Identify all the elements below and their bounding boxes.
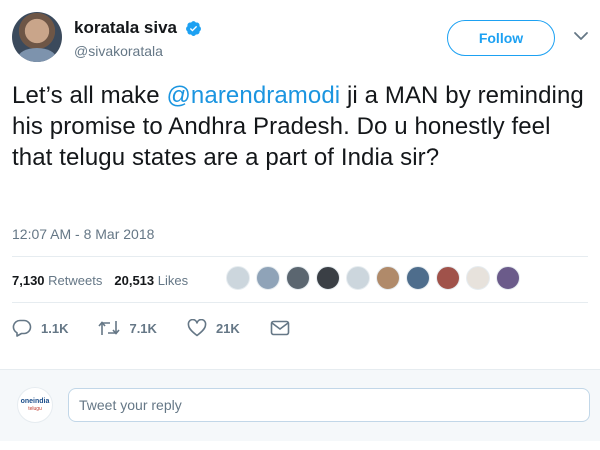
avatar-brand-top: oneindia <box>20 398 50 405</box>
user-avatar[interactable] <box>12 12 62 62</box>
liker-avatar[interactable] <box>286 266 310 290</box>
direct-message-button[interactable] <box>270 320 299 336</box>
likes-stat[interactable]: 20,513 Likes <box>114 273 188 288</box>
reply-composer: oneindia telugu Tweet your reply <box>0 369 600 441</box>
liker-avatar[interactable] <box>376 266 400 290</box>
engagement-stats: 7,130 Retweets 20,513 Likes <box>12 263 200 297</box>
liker-avatar[interactable] <box>466 266 490 290</box>
reply-icon <box>12 319 32 337</box>
user-name-block: koratala siva @sivakoratala <box>74 18 202 59</box>
retweets-label: Retweets <box>48 272 103 288</box>
liker-avatar[interactable] <box>226 266 250 290</box>
display-name[interactable]: koratala siva <box>74 18 177 38</box>
user-handle[interactable]: @sivakoratala <box>74 43 202 59</box>
heart-icon <box>187 319 207 337</box>
liker-avatar[interactable] <box>406 266 430 290</box>
like-count: 21K <box>215 320 240 336</box>
like-button[interactable]: 21K <box>187 319 240 337</box>
avatar-brand-bottom: telugu <box>28 406 42 412</box>
verified-badge-icon <box>186 20 202 36</box>
likes-count: 20,513 <box>114 272 155 288</box>
mention-link[interactable]: @narendramodi <box>166 82 340 109</box>
liker-avatar[interactable] <box>436 266 460 290</box>
liker-avatar[interactable] <box>346 266 370 290</box>
retweets-stat[interactable]: 7,130 Retweets <box>12 273 102 288</box>
retweet-icon <box>98 321 121 335</box>
avatar-shoulders <box>18 48 56 62</box>
tweet-header: koratala siva @sivakoratala Follow <box>12 12 588 68</box>
reply-button[interactable]: 1.1K <box>12 319 68 337</box>
likes-label: Likes <box>157 272 189 288</box>
retweets-count: 7,130 <box>12 272 45 288</box>
divider-top <box>12 256 588 257</box>
liker-avatar[interactable] <box>496 266 520 290</box>
tweet-text-part1: Let’s all make <box>12 82 167 109</box>
liker-avatar[interactable] <box>256 266 280 290</box>
reply-user-avatar[interactable]: oneindia telugu <box>17 387 53 423</box>
liker-avatars <box>226 266 526 290</box>
tweet-actions: 1.1K 7.1K 21K <box>12 316 329 340</box>
reply-input[interactable]: Tweet your reply <box>68 388 590 422</box>
tweet-timestamp[interactable]: 12:07 AM - 8 Mar 2018 <box>12 226 154 242</box>
liker-avatar[interactable] <box>316 266 340 290</box>
follow-button[interactable]: Follow <box>447 20 555 56</box>
reply-count: 1.1K <box>41 320 69 336</box>
retweet-count: 7.1K <box>129 320 157 336</box>
tweet-text: Let’s all make @narendramodi ji a MAN by… <box>12 80 592 173</box>
retweet-button[interactable]: 7.1K <box>98 319 157 337</box>
chevron-down-icon[interactable] <box>573 28 589 44</box>
envelope-icon <box>270 320 290 336</box>
divider-bottom <box>12 302 588 303</box>
